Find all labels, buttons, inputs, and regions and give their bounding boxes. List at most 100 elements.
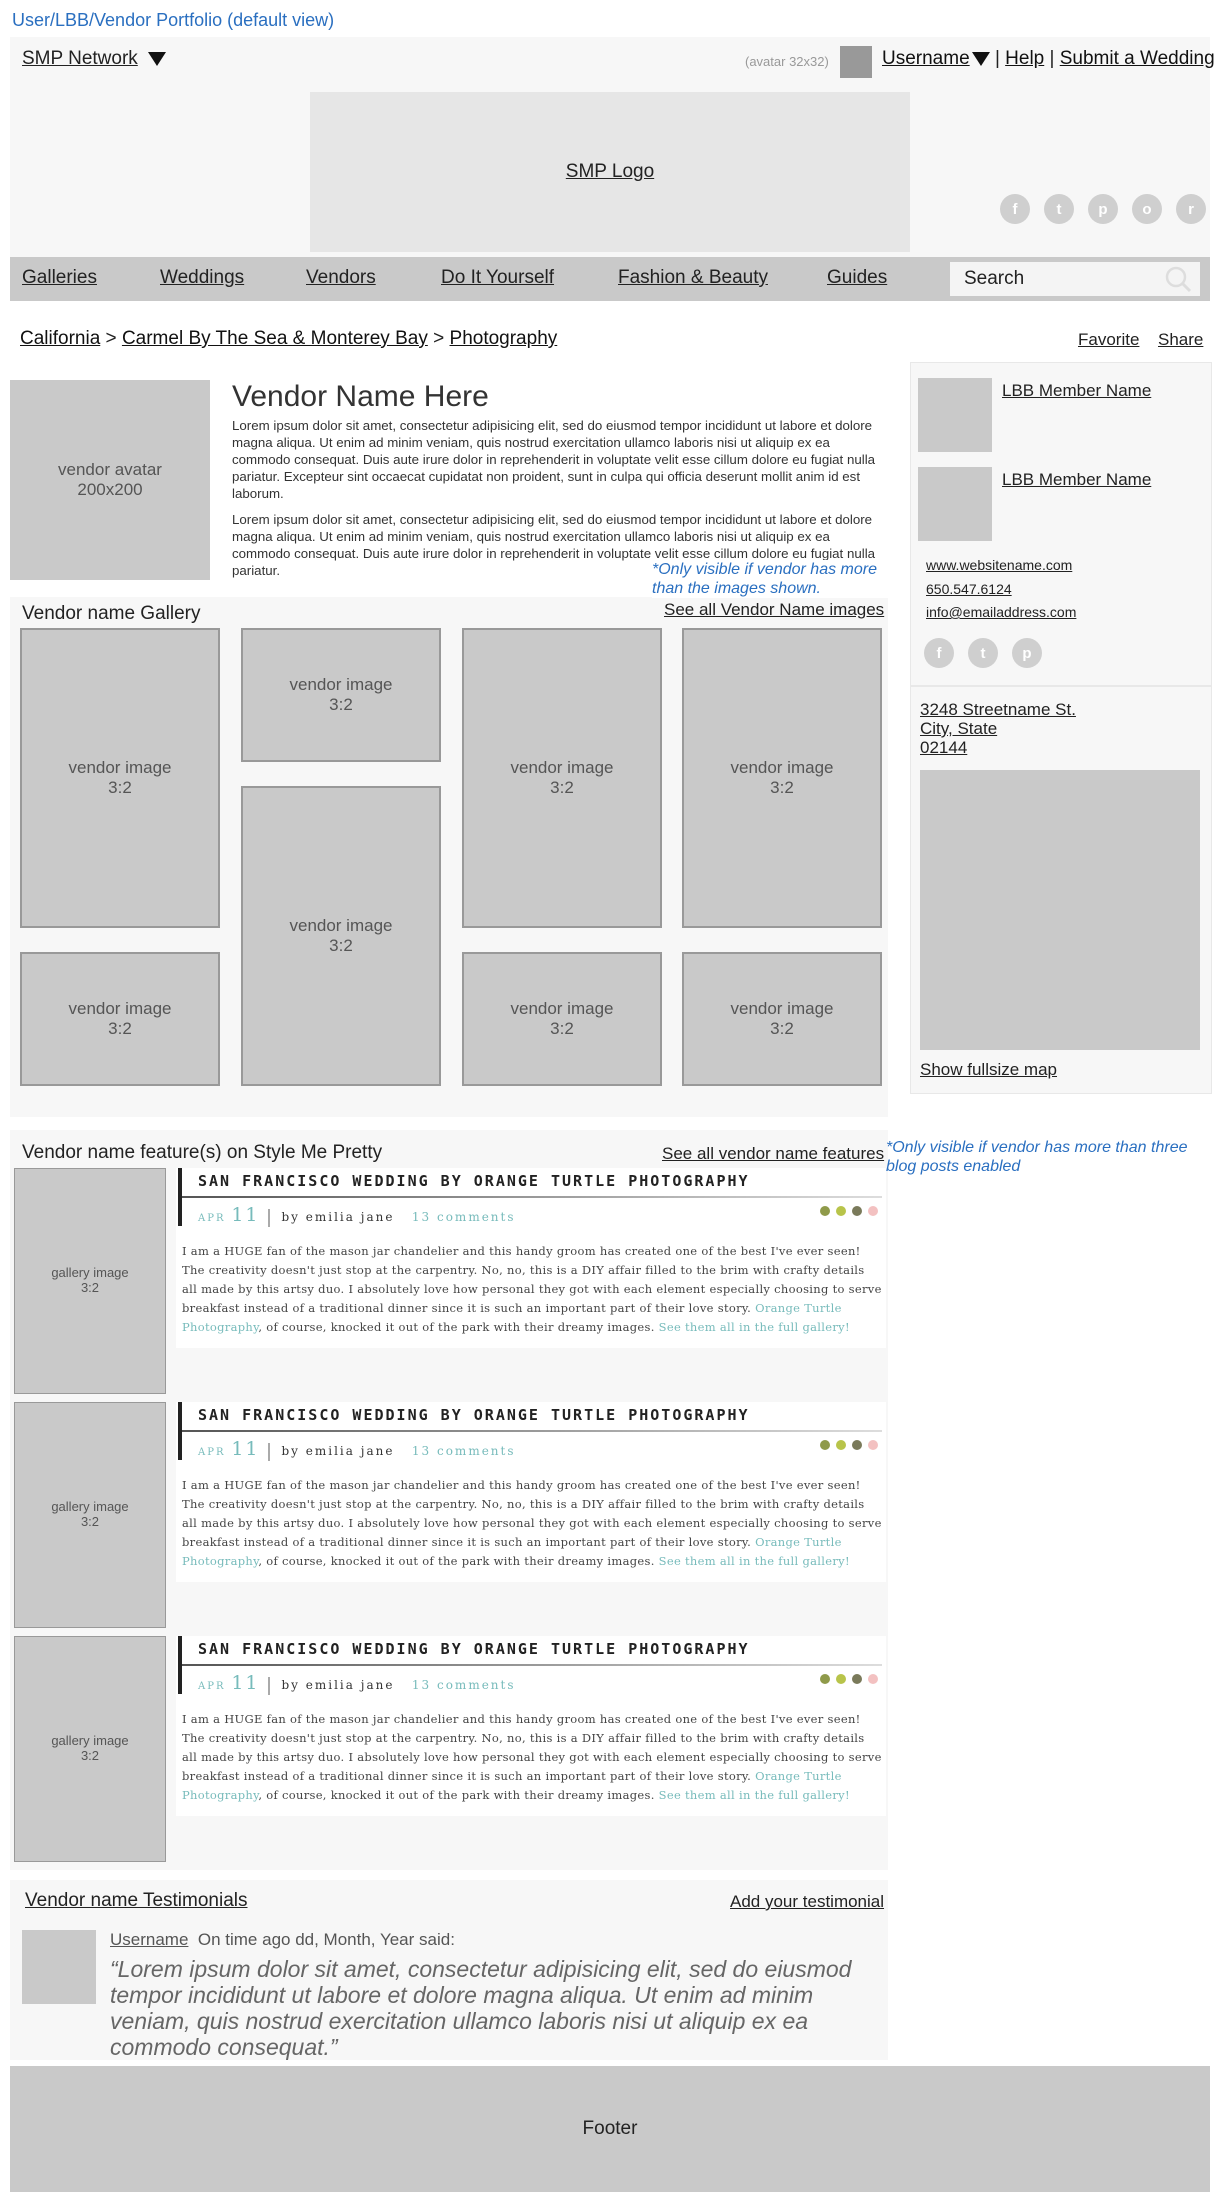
instagram-icon[interactable]: o [1132, 194, 1162, 224]
palette-dot [836, 1674, 846, 1684]
gallery-image[interactable]: gallery image 3:2 [14, 1168, 166, 1394]
nav-fashion-beauty[interactable]: Fashion & Beauty [618, 267, 768, 289]
gallery-image[interactable]: gallery image 3:2 [14, 1636, 166, 1862]
breadcrumb-item[interactable]: California [20, 328, 100, 349]
nav-galleries[interactable]: Galleries [22, 267, 97, 289]
gallery-image[interactable]: gallery image 3:2 [14, 1402, 166, 1628]
post-title[interactable]: SAN FRANCISCO WEDDING BY ORANGE TURTLE P… [198, 1406, 750, 1424]
vendor-image[interactable]: vendor image 3:2 [462, 628, 662, 928]
post-text-2: , of course, knocked it out of the park … [258, 1554, 655, 1568]
palette-dot [836, 1440, 846, 1450]
full-gallery-link[interactable]: See them all in the full gallery! [659, 1320, 850, 1334]
testimonial-username[interactable]: Username [110, 1930, 188, 1949]
post-comments-link[interactable]: 13 comments [412, 1444, 516, 1458]
vendor-image[interactable]: vendor image 3:2 [682, 628, 882, 928]
full-gallery-link[interactable]: See them all in the full gallery! [659, 1788, 850, 1802]
meta-divider [267, 1208, 270, 1227]
vendor-description: Lorem ipsum dolor sit amet, consectetur … [232, 418, 876, 501]
vendor-image[interactable]: vendor image 3:2 [241, 786, 441, 1086]
post-month: APR [198, 1447, 226, 1458]
features-title: Vendor name feature(s) on Style Me Prett… [22, 1142, 383, 1163]
separator: | [994, 48, 1000, 69]
testimonial-avatar[interactable] [22, 1930, 96, 2004]
post-text-2: , of course, knocked it out of the park … [258, 1320, 655, 1334]
palette-dot [868, 1440, 878, 1450]
post-meta: APR 11 by emilia jane 13 comments [198, 1672, 516, 1695]
post-byline: by emilia jane [281, 1210, 395, 1224]
testimonial-date: On time ago dd, Month, Year said: [197, 1930, 455, 1949]
nav-vendors[interactable]: Vendors [306, 267, 376, 289]
search-input[interactable]: Search [950, 262, 1200, 296]
favorite-link[interactable]: Favorite [1078, 330, 1139, 350]
avatar-note: (avatar 32x32) [745, 54, 829, 69]
phone-link[interactable]: 650.547.6124 [926, 581, 1012, 597]
chevron-down-icon[interactable] [971, 51, 990, 66]
post-month: APR [198, 1681, 226, 1692]
rss-icon[interactable]: r [1176, 194, 1206, 224]
email-link[interactable]: info@emailaddress.com [926, 604, 1076, 620]
vendor-image[interactable]: vendor image 3:2 [20, 952, 220, 1086]
logo[interactable]: SMP Logo [310, 92, 910, 252]
address-line: City, State [920, 719, 998, 738]
username-link[interactable]: Username [882, 48, 970, 69]
pinterest-icon[interactable]: p [1088, 194, 1118, 224]
facebook-icon[interactable]: f [924, 638, 954, 668]
post-body: I am a HUGE fan of the mason jar chandel… [182, 1242, 882, 1337]
header-social: f t p o r [1000, 194, 1206, 224]
member-name-link[interactable]: LBB Member Name [1002, 381, 1151, 401]
full-gallery-link[interactable]: See them all in the full gallery! [659, 1554, 850, 1568]
twitter-icon[interactable]: t [1044, 194, 1074, 224]
palette-dot [852, 1674, 862, 1684]
show-map-link[interactable]: Show fullsize map [920, 1060, 1057, 1080]
footer: Footer [10, 2066, 1210, 2192]
see-all-features-link[interactable]: See all vendor name features [662, 1144, 884, 1164]
post-title[interactable]: SAN FRANCISCO WEDDING BY ORANGE TURTLE P… [198, 1172, 750, 1190]
palette-dot [852, 1206, 862, 1216]
testimonials-title[interactable]: Vendor name Testimonials [25, 1890, 248, 1912]
address-line: 02144 [920, 738, 968, 757]
breadcrumb-sep: > [105, 328, 117, 349]
gallery-note: *Only visible if vendor has more than th… [652, 560, 892, 598]
breadcrumb-item[interactable]: Photography [450, 328, 558, 349]
help-link[interactable]: Help [1005, 48, 1044, 69]
post-title[interactable]: SAN FRANCISCO WEDDING BY ORANGE TURTLE P… [198, 1640, 750, 1658]
avatar[interactable] [840, 46, 872, 78]
facebook-icon[interactable]: f [1000, 194, 1030, 224]
post-title-rule [182, 1196, 882, 1198]
post-comments-link[interactable]: 13 comments [412, 1210, 516, 1224]
vendor-image[interactable]: vendor image 3:2 [462, 952, 662, 1086]
address[interactable]: 3248 Streetname St. City, State 02144 [920, 700, 1076, 757]
post-body: I am a HUGE fan of the mason jar chandel… [182, 1710, 882, 1805]
pinterest-icon[interactable]: p [1012, 638, 1042, 668]
separator: | [1049, 48, 1055, 69]
website-link[interactable]: www.websitename.com [926, 557, 1072, 573]
search-icon[interactable] [1164, 265, 1192, 293]
see-all-images-link[interactable]: See all Vendor Name images [664, 600, 884, 620]
nav-guides[interactable]: Guides [827, 267, 887, 289]
member-avatar[interactable] [918, 467, 992, 541]
member-name-link[interactable]: LBB Member Name [1002, 470, 1151, 490]
map[interactable] [920, 770, 1200, 1050]
twitter-icon[interactable]: t [968, 638, 998, 668]
palette-dot [836, 1206, 846, 1216]
nav-diy[interactable]: Do It Yourself [441, 267, 554, 289]
testimonial-quote: “Lorem ipsum dolor sit amet, consectetur… [110, 1956, 852, 2060]
palette-dot [868, 1674, 878, 1684]
post-text-2: , of course, knocked it out of the park … [258, 1788, 655, 1802]
vendor-image[interactable]: vendor image 3:2 [20, 628, 220, 928]
post-day: 11 [231, 1672, 260, 1694]
breadcrumb-item[interactable]: Carmel By The Sea & Monterey Bay [122, 328, 428, 349]
vendor-image[interactable]: vendor image 3:2 [241, 628, 441, 762]
network-dropdown[interactable]: SMP Network [22, 48, 166, 70]
share-link[interactable]: Share [1158, 330, 1203, 350]
breadcrumb: California > Carmel By The Sea & Montere… [20, 328, 557, 350]
post-byline: by emilia jane [281, 1444, 395, 1458]
member-avatar[interactable] [918, 378, 992, 452]
post-meta: APR 11 by emilia jane 13 comments [198, 1438, 516, 1461]
submit-wedding-link[interactable]: Submit a Wedding [1060, 48, 1215, 69]
vendor-image[interactable]: vendor image 3:2 [682, 952, 882, 1086]
post-comments-link[interactable]: 13 comments [412, 1678, 516, 1692]
nav-weddings[interactable]: Weddings [160, 267, 244, 289]
add-testimonial-link[interactable]: Add your testimonial [730, 1892, 884, 1912]
gallery-title: Vendor name Gallery [22, 603, 201, 624]
